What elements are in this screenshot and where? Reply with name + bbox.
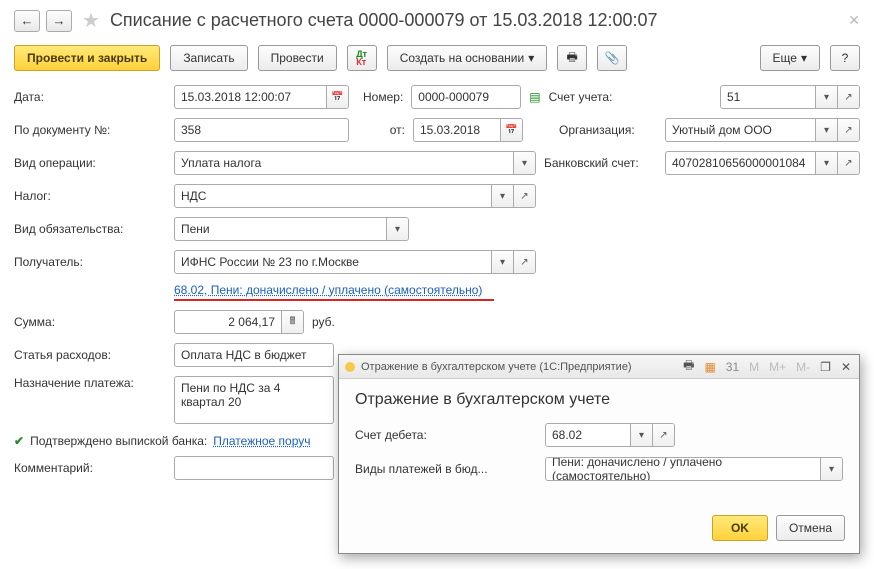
- number-field[interactable]: 0000-000079: [411, 85, 521, 109]
- print-icon: 🖶: [567, 48, 578, 69]
- tax-field[interactable]: НДС ▾ ↗: [174, 184, 536, 208]
- doc-no-label: По документу №:: [14, 123, 174, 137]
- chevron-down-icon[interactable]: ▾: [386, 218, 408, 240]
- restore-icon[interactable]: ❐: [818, 360, 833, 374]
- recipient-label: Получатель:: [14, 255, 174, 269]
- chevron-down-icon[interactable]: ▾: [820, 458, 842, 480]
- tax-label: Налог:: [14, 189, 174, 203]
- nav-forward-button[interactable]: →: [46, 10, 72, 32]
- obligation-field[interactable]: Пени ▾: [174, 217, 409, 241]
- app-icon: [345, 362, 355, 372]
- chevron-down-icon[interactable]: ▾: [491, 185, 513, 207]
- chevron-down-icon: ▾: [801, 51, 807, 65]
- submit-button[interactable]: Провести: [258, 45, 337, 71]
- grid-icon[interactable]: ▦: [702, 360, 717, 374]
- bank-acc-field[interactable]: 40702810656000001084 ▾ ↗: [665, 151, 860, 175]
- red-underline: [174, 299, 494, 301]
- calculator-icon[interactable]: 🖩: [281, 311, 303, 333]
- comment-label: Комментарий:: [14, 461, 174, 475]
- doc-from-label: от:: [363, 123, 405, 137]
- chevron-down-icon[interactable]: ▾: [815, 119, 837, 141]
- chevron-down-icon[interactable]: ▾: [513, 152, 535, 174]
- print-button[interactable]: 🖶: [557, 45, 587, 71]
- recipient-field[interactable]: ИФНС России № 23 по г.Москве ▾ ↗: [174, 250, 536, 274]
- close-icon[interactable]: ✕: [839, 360, 853, 374]
- currency-label: руб.: [312, 315, 335, 329]
- modal-window-title: Отражение в бухгалтерском учете (1С:Пред…: [361, 361, 632, 373]
- memory-m: M: [747, 360, 761, 374]
- close-icon[interactable]: ✕: [848, 12, 860, 29]
- debit-label: Счет дебета:: [355, 428, 535, 442]
- chevron-down-icon[interactable]: ▾: [815, 152, 837, 174]
- open-icon[interactable]: ↗: [652, 424, 674, 446]
- create-based-button[interactable]: Создать на основании ▾: [387, 45, 548, 71]
- submit-close-button[interactable]: Провести и закрыть: [14, 45, 160, 71]
- comment-field[interactable]: [174, 456, 334, 480]
- org-field[interactable]: Уютный дом ООО ▾ ↗: [665, 118, 860, 142]
- purpose-label: Назначение платежа:: [14, 376, 174, 390]
- doc-no-field[interactable]: 358: [174, 118, 349, 142]
- chevron-down-icon[interactable]: ▾: [630, 424, 652, 446]
- modal-heading: Отражение в бухгалтерском учете: [355, 391, 843, 409]
- debit-field[interactable]: 68.02 ▾ ↗: [545, 423, 675, 447]
- sum-field[interactable]: 2 064,17 🖩: [174, 310, 304, 334]
- open-icon[interactable]: ↗: [837, 119, 859, 141]
- checkbox-checked-icon[interactable]: ✔: [14, 434, 24, 448]
- payment-order-link[interactable]: Платежное поруч: [213, 434, 310, 448]
- bank-acc-label: Банковский счет:: [544, 156, 639, 170]
- account-field[interactable]: 51 ▾ ↗: [720, 85, 860, 109]
- accounting-modal: Отражение в бухгалтерском учете (1С:Пред…: [338, 354, 860, 554]
- attach-button[interactable]: 📎: [597, 45, 627, 71]
- save-button[interactable]: Записать: [170, 45, 247, 71]
- list-icon[interactable]: ▤: [529, 90, 540, 104]
- expense-label: Статья расходов:: [14, 348, 174, 362]
- date-label: Дата:: [14, 90, 174, 104]
- op-type-label: Вид операции:: [14, 156, 174, 170]
- ok-button[interactable]: OK: [712, 515, 768, 541]
- cancel-button[interactable]: Отмена: [776, 515, 845, 541]
- chevron-down-icon[interactable]: ▾: [491, 251, 513, 273]
- memory-mminus: M-: [794, 360, 812, 374]
- open-icon[interactable]: ↗: [837, 86, 859, 108]
- expense-field[interactable]: Оплата НДС в бюджет: [174, 343, 334, 367]
- star-icon[interactable]: ★: [82, 8, 100, 33]
- calendar-icon[interactable]: 31: [724, 360, 741, 374]
- calendar-icon[interactable]: 📅: [326, 86, 348, 108]
- nav-back-button[interactable]: ←: [14, 10, 40, 32]
- op-type-field[interactable]: Уплата налога ▾: [174, 151, 536, 175]
- payment-types-field[interactable]: Пени: доначислено / уплачено (самостояте…: [545, 457, 843, 481]
- open-icon[interactable]: ↗: [837, 152, 859, 174]
- memory-mplus: M+: [767, 360, 788, 374]
- dtkt-icon: ДтКт: [356, 50, 367, 66]
- account-label: Счет учета:: [549, 90, 613, 104]
- open-icon[interactable]: ↗: [513, 185, 535, 207]
- calendar-icon[interactable]: 📅: [500, 119, 522, 141]
- print-icon[interactable]: 🖶: [681, 356, 696, 377]
- payment-types-label: Виды платежей в бюд...: [355, 462, 535, 476]
- obligation-label: Вид обязательства:: [14, 222, 174, 236]
- accounting-link[interactable]: 68.02, Пени: доначислено / уплачено (сам…: [174, 283, 482, 297]
- page-title: Списание с расчетного счета 0000-000079 …: [110, 10, 658, 31]
- confirmed-label: Подтверждено выпиской банка:: [30, 434, 207, 448]
- dtkt-button[interactable]: ДтКт: [347, 45, 377, 71]
- help-button[interactable]: ?: [830, 45, 860, 71]
- purpose-field[interactable]: Пени по НДС за 4 квартал 20: [174, 376, 334, 424]
- number-label: Номер:: [363, 90, 403, 104]
- date-field[interactable]: 15.03.2018 12:00:07 📅: [174, 85, 349, 109]
- sum-label: Сумма:: [14, 315, 174, 329]
- doc-from-field[interactable]: 15.03.2018 📅: [413, 118, 523, 142]
- org-label: Организация:: [559, 123, 635, 137]
- more-button[interactable]: Еще ▾: [760, 45, 820, 71]
- open-icon[interactable]: ↗: [513, 251, 535, 273]
- chevron-down-icon: ▾: [528, 51, 534, 65]
- chevron-down-icon[interactable]: ▾: [815, 86, 837, 108]
- paperclip-icon: 📎: [605, 51, 620, 65]
